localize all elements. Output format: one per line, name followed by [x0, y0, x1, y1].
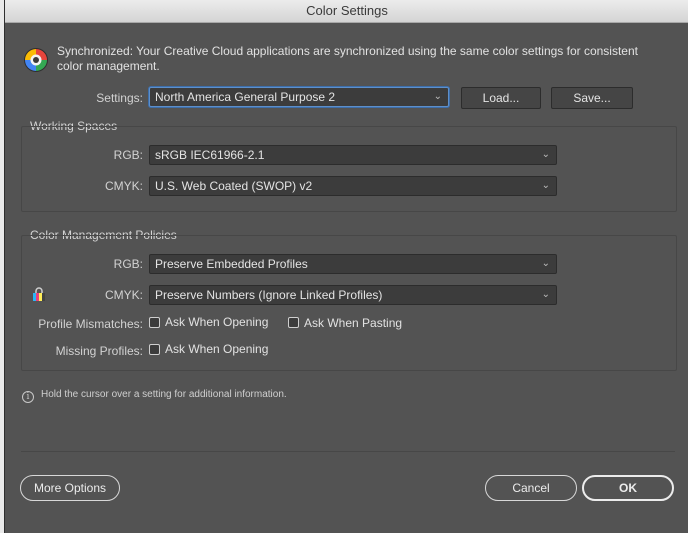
working-spaces-panel [21, 126, 677, 212]
settings-value: North America General Purpose 2 [155, 90, 336, 104]
chevron-down-icon: ⌄ [433, 91, 442, 102]
ws-rgb-select[interactable]: sRGB IEC61966-2.1 ⌄ [149, 145, 557, 165]
missing-profiles-label: Missing Profiles: [55, 344, 143, 358]
policy-cmyk-value: Preserve Numbers (Ignore Linked Profiles… [155, 288, 383, 302]
info-text: Hold the cursor over a setting for addit… [41, 389, 287, 400]
missing-ask-when-opening-label[interactable]: Ask When Opening [165, 341, 268, 357]
ask-when-opening-label[interactable]: Ask When Opening [165, 314, 268, 330]
cancel-button[interactable]: Cancel [485, 475, 577, 501]
window-title: Color Settings [5, 0, 688, 23]
load-button[interactable]: Load... [461, 87, 541, 109]
footer-divider [21, 451, 675, 452]
color-wheel-icon [24, 48, 48, 72]
chevron-down-icon: ⌄ [541, 180, 550, 191]
policy-cmyk-select[interactable]: Preserve Numbers (Ignore Linked Profiles… [149, 285, 557, 305]
settings-select[interactable]: North America General Purpose 2 ⌄ [149, 87, 449, 107]
settings-label: Settings: [96, 91, 143, 105]
policy-rgb-label: RGB: [113, 257, 143, 271]
color-settings-dialog: Color Settings Synchronized: Your Creati… [4, 0, 688, 533]
ok-button[interactable]: OK [582, 475, 674, 501]
ws-cmyk-label: CMYK: [104, 179, 143, 193]
ask-when-opening-checkbox[interactable] [149, 317, 160, 328]
policy-rgb-select[interactable]: Preserve Embedded Profiles ⌄ [149, 254, 557, 274]
chevron-down-icon: ⌄ [541, 289, 550, 300]
policy-cmyk-label: CMYK: [104, 288, 143, 302]
info-icon: i [22, 391, 34, 403]
profile-mismatches-label: Profile Mismatches: [38, 317, 143, 331]
policy-rgb-value: Preserve Embedded Profiles [155, 257, 308, 271]
ask-when-pasting-label[interactable]: Ask When Pasting [304, 315, 402, 331]
missing-ask-when-opening-checkbox[interactable] [149, 344, 160, 355]
ws-cmyk-value: U.S. Web Coated (SWOP) v2 [155, 179, 313, 193]
ws-rgb-label: RGB: [113, 148, 143, 162]
chevron-down-icon: ⌄ [541, 149, 550, 160]
more-options-button[interactable]: More Options [20, 475, 120, 501]
chevron-down-icon: ⌄ [541, 258, 550, 269]
save-button[interactable]: Save... [551, 87, 633, 109]
ws-rgb-value: sRGB IEC61966-2.1 [155, 148, 265, 162]
lock-icon [33, 287, 45, 301]
ws-cmyk-select[interactable]: U.S. Web Coated (SWOP) v2 ⌄ [149, 176, 557, 196]
sync-message: Synchronized: Your Creative Cloud applic… [57, 44, 638, 73]
ask-when-pasting-checkbox[interactable] [288, 317, 299, 328]
